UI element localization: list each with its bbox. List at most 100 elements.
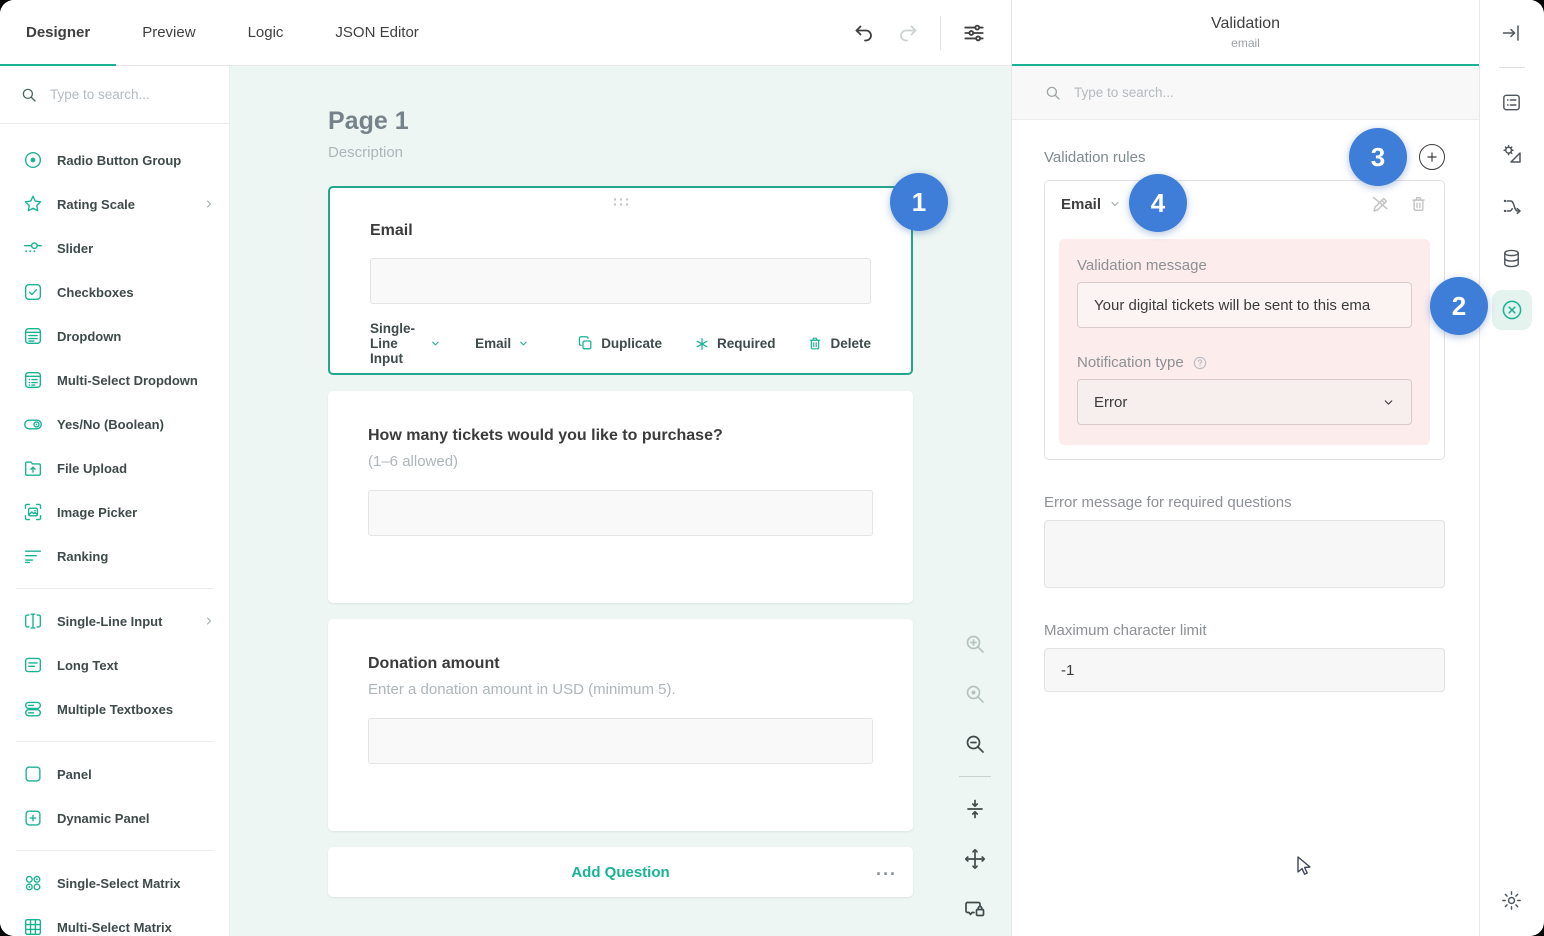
question-text-input[interactable] [368,718,873,764]
tab-logic[interactable]: Logic [222,0,310,65]
toolbox-search[interactable]: Type to search... [0,66,229,124]
single-select-matrix-icon [22,872,44,894]
validation-message-input[interactable]: Your digital tickets will be sent to thi… [1077,282,1412,328]
theme-icon [1500,142,1524,166]
toolbox-sidebar: Type to search... Radio Button GroupRati… [0,66,230,936]
collapse-all-button[interactable] [963,797,987,821]
zoom-actual-button[interactable] [963,682,987,706]
settings-sliders-icon [961,20,987,46]
required-asterisk-icon [694,336,710,352]
sidebar-item-rating-scale[interactable]: Rating Scale [0,182,229,226]
sidebar-item-label: Multiple Textboxes [57,702,173,717]
edit-disabled-icon[interactable] [1369,193,1391,215]
plus-icon [1425,150,1439,164]
rail-tab-logic[interactable] [1492,186,1532,226]
rail-tab-theme[interactable] [1492,134,1532,174]
rail-tab-collapse-panel[interactable] [1492,13,1532,53]
question-text-input[interactable] [370,258,871,304]
rail-tab-settings[interactable] [1492,880,1532,920]
property-panel: Validation email Type to search... Valid… [1012,0,1480,936]
sidebar-item-dropdown[interactable]: Dropdown [0,314,229,358]
question-card-email[interactable]: Email Single-Line Input Email [328,186,913,375]
creator-settings-button[interactable] [961,20,987,46]
view-tabs: Designer Preview Logic JSON Editor [0,0,445,65]
property-panel-subtitle: email [1231,36,1260,50]
sidebar-item-multi-select-dropdown[interactable]: Multi-Select Dropdown [0,358,229,402]
redo-button[interactable] [896,21,920,45]
sidebar-item-label: Panel [57,767,92,782]
property-grid-tab-rail [1480,0,1543,936]
sidebar-item-label: Slider [57,241,93,256]
lock-questions-button[interactable] [963,897,987,921]
sidebar-item-multi-select-matrix[interactable]: Multi-Select Matrix [0,905,229,936]
yes-no-boolean-icon [22,413,44,435]
add-question-button[interactable]: Add Question ... [328,847,913,897]
rule-type-dropdown[interactable]: Email [1061,196,1121,213]
tab-json-editor[interactable]: JSON Editor [309,0,444,65]
validation-message-label: Validation message [1077,257,1412,274]
tab-designer[interactable]: Designer [0,0,116,65]
chevron-right-icon[interactable] [203,198,215,210]
sidebar-item-checkboxes[interactable]: Checkboxes [0,270,229,314]
sidebar-item-label: Yes/No (Boolean) [57,417,164,432]
canvas-tools-divider [959,776,991,777]
question-card-donation[interactable]: Donation amount Enter a donation amount … [328,619,913,831]
main-column: Designer Preview Logic JSON Editor [0,0,1012,936]
property-search[interactable]: Type to search... [1012,66,1479,120]
sidebar-item-radio-button-group[interactable]: Radio Button Group [0,138,229,182]
undo-button[interactable] [852,21,876,45]
zoom-out-button[interactable] [963,732,987,756]
help-icon[interactable] [1192,355,1208,371]
drag-handle-icon[interactable] [612,197,630,207]
required-toggle[interactable]: Required [694,336,776,352]
sidebar-item-single-line-input[interactable]: Single-Line Input [0,599,229,643]
tab-designer-label: Designer [26,24,90,41]
required-error-textarea[interactable] [1044,520,1445,588]
property-search-placeholder: Type to search... [1074,85,1174,100]
question-type-dropdown[interactable]: Single-Line Input [370,321,441,366]
validation-icon [1500,298,1524,322]
toolbox-search-placeholder: Type to search... [50,87,150,102]
sidebar-item-label: Single-Select Matrix [57,876,181,891]
tab-preview-label: Preview [142,24,195,41]
add-validation-rule-button[interactable] [1419,144,1445,170]
sidebar-item-panel[interactable]: Panel [0,752,229,796]
rail-tab-general[interactable] [1492,82,1532,122]
sidebar-item-multiple-textboxes[interactable]: Multiple Textboxes [0,687,229,731]
question-text-input[interactable] [368,490,873,536]
page-description[interactable]: Description [328,142,1011,164]
delete-rule-icon[interactable] [1409,194,1428,214]
sidebar-item-file-upload[interactable]: File Upload [0,446,229,490]
add-question-more-icon[interactable]: ... [876,859,897,880]
multi-select-dropdown-icon [22,369,44,391]
delete-button[interactable]: Delete [807,335,871,352]
sidebar-item-yes-no-boolean[interactable]: Yes/No (Boolean) [0,402,229,446]
pan-mode-button[interactable] [963,847,987,871]
rule-type-value: Email [1061,196,1101,213]
annotation-badge-4: 4 [1129,174,1187,232]
multiple-textboxes-icon [22,698,44,720]
notification-type-select[interactable]: Error [1077,379,1412,425]
rail-tab-data[interactable] [1492,238,1532,278]
dropdown-icon [22,325,44,347]
sidebar-item-image-picker[interactable]: Image Picker [0,490,229,534]
lock-questions-icon [963,897,987,921]
question-card-tickets[interactable]: How many tickets would you like to purch… [328,391,913,603]
mouse-cursor [1294,855,1314,879]
sidebar-item-slider[interactable]: Slider [0,226,229,270]
page-title[interactable]: Page 1 [328,106,1011,136]
zoom-in-button[interactable] [963,632,987,656]
sidebar-item-dynamic-panel[interactable]: Dynamic Panel [0,796,229,840]
sidebar-item-long-text[interactable]: Long Text [0,643,229,687]
sidebar-item-ranking[interactable]: Ranking [0,534,229,578]
sidebar-item-single-select-matrix[interactable]: Single-Select Matrix [0,861,229,905]
tab-json-editor-label: JSON Editor [335,24,418,41]
undo-icon [852,21,876,45]
max-chars-input[interactable]: -1 [1044,648,1445,692]
rail-tab-validation[interactable] [1492,290,1532,330]
duplicate-button[interactable]: Duplicate [577,335,662,352]
canvas-zoom-toolbar [959,632,991,921]
chevron-right-icon[interactable] [203,615,215,627]
input-subtype-dropdown[interactable]: Email [475,336,529,351]
tab-preview[interactable]: Preview [116,0,221,65]
